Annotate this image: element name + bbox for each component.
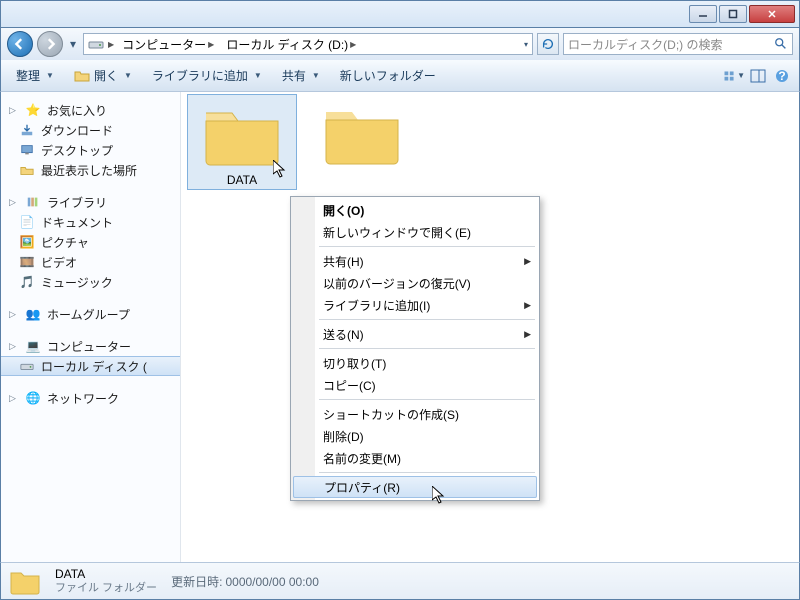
address-dropdown[interactable]: ▾ bbox=[524, 40, 528, 49]
menu-properties[interactable]: プロパティ(R) bbox=[293, 476, 537, 498]
menu-create-shortcut[interactable]: ショートカットの作成(S) bbox=[293, 403, 537, 425]
toolbar: 整理▼ 開く▼ ライブラリに追加▼ 共有▼ 新しいフォルダー ▼ ? bbox=[0, 60, 800, 92]
submenu-arrow-icon: ▶ bbox=[524, 256, 531, 267]
breadcrumb-computer[interactable]: コンピューター ▶ bbox=[118, 34, 218, 54]
sidebar-computer[interactable]: ▷💻コンピューター bbox=[1, 336, 180, 356]
drive-icon bbox=[88, 36, 104, 52]
menu-copy[interactable]: コピー(C) bbox=[293, 374, 537, 396]
menu-separator bbox=[319, 399, 535, 400]
favorites-icon: ⭐ bbox=[25, 102, 41, 118]
new-folder-button[interactable]: 新しいフォルダー bbox=[331, 64, 445, 88]
folder-item-data[interactable]: DATA bbox=[187, 94, 297, 190]
menu-share[interactable]: 共有(H)▶ bbox=[293, 250, 537, 272]
menu-cut[interactable]: 切り取り(T) bbox=[293, 352, 537, 374]
add-to-library-button[interactable]: ライブラリに追加▼ bbox=[143, 64, 271, 88]
download-icon bbox=[19, 122, 35, 138]
menu-separator bbox=[319, 472, 535, 473]
menu-separator bbox=[319, 319, 535, 320]
navigation-pane: ▷⭐お気に入り ダウンロード デスクトップ 最近表示した場所 ▷ライブラリ 📄ド… bbox=[1, 92, 181, 562]
nav-history-dropdown[interactable]: ▾ bbox=[67, 34, 79, 54]
svg-text:?: ? bbox=[778, 69, 785, 83]
sidebar-item-recent[interactable]: 最近表示した場所 bbox=[1, 160, 180, 180]
search-icon bbox=[774, 37, 788, 51]
details-pane: DATA ファイル フォルダー 更新日時: 0000/00/00 00:00 bbox=[0, 562, 800, 600]
open-button[interactable]: 開く▼ bbox=[65, 64, 141, 88]
menu-separator bbox=[319, 246, 535, 247]
menu-add-to-library[interactable]: ライブラリに追加(I)▶ bbox=[293, 294, 537, 316]
help-button[interactable]: ? bbox=[771, 65, 793, 87]
details-name: DATA bbox=[55, 567, 157, 581]
breadcrumb-drive[interactable]: ローカル ディスク (D:) ▶ bbox=[222, 34, 360, 54]
network-icon: 🌐 bbox=[25, 390, 41, 406]
libraries-icon bbox=[25, 194, 41, 210]
minimize-button[interactable] bbox=[689, 5, 717, 23]
sidebar-network[interactable]: ▷🌐ネットワーク bbox=[1, 388, 180, 408]
details-type: ファイル フォルダー bbox=[55, 581, 157, 595]
submenu-arrow-icon: ▶ bbox=[524, 300, 531, 311]
organize-button[interactable]: 整理▼ bbox=[7, 64, 63, 88]
submenu-arrow-icon: ▶ bbox=[524, 329, 531, 340]
menu-restore-previous[interactable]: 以前のバージョンの復元(V) bbox=[293, 272, 537, 294]
refresh-button[interactable] bbox=[537, 33, 559, 55]
homegroup-icon: 👥 bbox=[25, 306, 41, 322]
music-icon: 🎵 bbox=[19, 274, 35, 290]
details-modified: 更新日時: 0000/00/00 00:00 bbox=[171, 573, 319, 590]
search-placeholder: ローカルディスク(D;) の検索 bbox=[568, 36, 723, 53]
sidebar-item-desktop[interactable]: デスクトップ bbox=[1, 140, 180, 160]
titlebar bbox=[0, 0, 800, 28]
sidebar-item-pictures[interactable]: 🖼️ピクチャ bbox=[1, 232, 180, 252]
nav-row: ▾ ▶ コンピューター ▶ ローカル ディスク (D:) ▶ ▾ ローカルディス… bbox=[0, 28, 800, 60]
drive-icon bbox=[19, 358, 35, 374]
address-bar[interactable]: ▶ コンピューター ▶ ローカル ディスク (D:) ▶ ▾ bbox=[83, 33, 533, 55]
sidebar-homegroup[interactable]: ▷👥ホームグループ bbox=[1, 304, 180, 324]
sidebar-item-documents[interactable]: 📄ドキュメント bbox=[1, 212, 180, 232]
sidebar-item-music[interactable]: 🎵ミュージック bbox=[1, 272, 180, 292]
folder-icon bbox=[9, 565, 41, 597]
document-icon: 📄 bbox=[19, 214, 35, 230]
folder-icon bbox=[202, 99, 282, 169]
computer-icon: 💻 bbox=[25, 338, 41, 354]
recent-icon bbox=[19, 162, 35, 178]
folder-open-icon bbox=[74, 68, 90, 84]
pictures-icon: 🖼️ bbox=[19, 234, 35, 250]
menu-open[interactable]: 開く(O) bbox=[293, 199, 537, 221]
folder-label: DATA bbox=[188, 171, 296, 189]
folder-item-2[interactable] bbox=[307, 94, 417, 174]
preview-pane-button[interactable] bbox=[747, 65, 769, 87]
desktop-icon bbox=[19, 142, 35, 158]
menu-delete[interactable]: 削除(D) bbox=[293, 425, 537, 447]
sidebar-favorites[interactable]: ▷⭐お気に入り bbox=[1, 100, 180, 120]
maximize-button[interactable] bbox=[719, 5, 747, 23]
sidebar-item-local-disk[interactable]: ローカル ディスク ( bbox=[1, 356, 180, 376]
close-button[interactable] bbox=[749, 5, 795, 23]
sidebar-item-downloads[interactable]: ダウンロード bbox=[1, 120, 180, 140]
chevron-right-icon: ▶ bbox=[108, 40, 114, 49]
view-options-button[interactable]: ▼ bbox=[723, 65, 745, 87]
share-button[interactable]: 共有▼ bbox=[273, 64, 329, 88]
folder-label bbox=[307, 170, 417, 174]
back-button[interactable] bbox=[7, 31, 33, 57]
sidebar-item-videos[interactable]: 🎞️ビデオ bbox=[1, 252, 180, 272]
context-menu: 開く(O) 新しいウィンドウで開く(E) 共有(H)▶ 以前のバージョンの復元(… bbox=[290, 196, 540, 501]
menu-rename[interactable]: 名前の変更(M) bbox=[293, 447, 537, 469]
menu-send-to[interactable]: 送る(N)▶ bbox=[293, 323, 537, 345]
forward-button[interactable] bbox=[37, 31, 63, 57]
menu-separator bbox=[319, 348, 535, 349]
sidebar-libraries[interactable]: ▷ライブラリ bbox=[1, 192, 180, 212]
menu-open-new-window[interactable]: 新しいウィンドウで開く(E) bbox=[293, 221, 537, 243]
folder-icon bbox=[322, 98, 402, 168]
videos-icon: 🎞️ bbox=[19, 254, 35, 270]
search-box[interactable]: ローカルディスク(D;) の検索 bbox=[563, 33, 793, 55]
